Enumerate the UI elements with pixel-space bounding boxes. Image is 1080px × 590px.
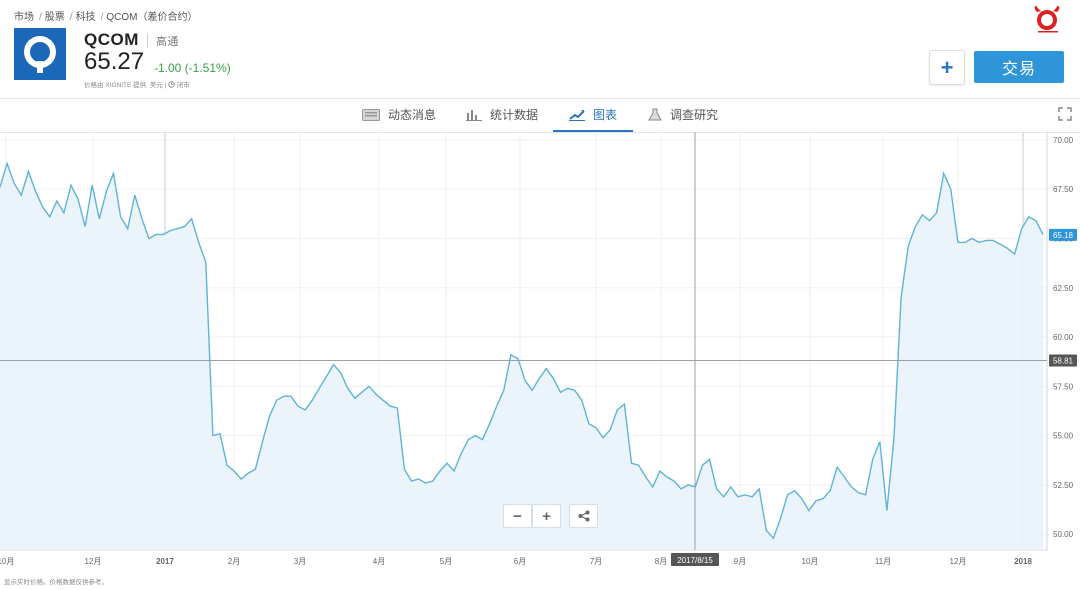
breadcrumb-current: QCOM（差价合约） [106, 12, 198, 23]
x-tick-label: 12月 [950, 557, 967, 566]
add-to-watchlist-button[interactable]: + [929, 50, 965, 85]
news-icon [362, 108, 380, 121]
breadcrumb-stocks[interactable]: 股票 [45, 12, 65, 23]
chart-icon [569, 109, 585, 121]
y-tick-label: 50.00 [1053, 530, 1074, 539]
price-change: -1.00 (-1.51%) [154, 61, 231, 75]
tabs-bar: 动态消息 统计数据 图表 调查研究 [0, 98, 1080, 133]
brand-logo [1034, 6, 1060, 33]
x-tick-label: 11月 [875, 557, 891, 566]
x-tick-label: 9月 [734, 557, 746, 566]
ticker-divider [146, 33, 148, 48]
price-source-text: 价格由 XIGNITE 提供. 美元 | [84, 82, 169, 89]
qualcomm-logo [14, 28, 66, 80]
current-price: 65.27 [84, 48, 145, 75]
stats-icon [466, 109, 482, 121]
y-tick-label: 55.00 [1053, 432, 1074, 441]
tab-chart-label: 图表 [593, 108, 618, 122]
chart-controls: − + [503, 504, 598, 528]
breadcrumb-separator: / [39, 12, 42, 23]
tab-chart[interactable]: 图表 [553, 99, 634, 132]
expand-icon[interactable] [1058, 107, 1072, 121]
x-tick-label: 6月 [514, 557, 526, 566]
price-area [0, 163, 1043, 550]
x-tick-label: 3月 [294, 557, 306, 566]
zoom-in-button[interactable]: + [532, 504, 561, 528]
market-status: 闭市 [176, 82, 190, 89]
y-tick-label: 57.50 [1053, 382, 1074, 391]
breadcrumb-markets[interactable]: 市场 [14, 12, 34, 23]
x-tick-label: 2018 [1014, 557, 1032, 566]
research-icon [648, 108, 662, 122]
trade-button[interactable]: 交易 [974, 51, 1064, 83]
y-tick-label: 62.50 [1053, 284, 1074, 293]
ticker-row: QCOM 高通 [84, 30, 179, 50]
x-tick-label: 10月 [802, 557, 819, 566]
breadcrumb-tech[interactable]: 科技 [76, 12, 96, 23]
y-tick-label: 67.50 [1053, 185, 1074, 194]
tab-news-label: 动态消息 [388, 108, 437, 122]
share-icon [578, 510, 589, 522]
x-tick-label: 2月 [228, 557, 240, 566]
breadcrumb-separator: / [100, 12, 104, 23]
breadcrumb: 市场 / 股票 / 科技 / QCOM（差价合约） [14, 8, 199, 23]
share-button[interactable] [569, 504, 598, 528]
zoom-out-button[interactable]: − [503, 504, 532, 528]
tab-research[interactable]: 调查研究 [648, 99, 718, 130]
x-tick-label: 8月 [655, 557, 667, 566]
crosshair-date-label: 2017/8/15 [677, 556, 713, 565]
x-tick-label: 10月 [0, 557, 14, 566]
x-tick-label: 7月 [590, 557, 602, 566]
x-tick-label: 5月 [440, 557, 452, 566]
clock-icon [168, 81, 175, 88]
ticker-symbol: QCOM [84, 30, 139, 49]
y-tick-label: 60.00 [1053, 333, 1074, 342]
company-name: 高通 [155, 36, 179, 48]
footer-disclaimer: 显示实时价格。价格数据仅供参考。 [4, 579, 108, 586]
tab-news[interactable]: 动态消息 [362, 99, 436, 130]
x-tick-label: 12月 [85, 557, 102, 566]
tab-stats-label: 统计数据 [490, 108, 539, 122]
tab-stats[interactable]: 统计数据 [466, 99, 538, 130]
y-tick-label: 52.50 [1053, 481, 1074, 490]
x-tick-label: 2017 [156, 557, 174, 566]
current-price-label: 65.18 [1053, 231, 1074, 240]
x-tick-label: 4月 [373, 557, 385, 566]
breadcrumb-separator: / [69, 12, 73, 23]
price-source: 价格由 XIGNITE 提供. 美元 | 闭市 [84, 79, 190, 89]
y-tick-label: 70.00 [1053, 136, 1074, 145]
crosshair-price-label: 58.81 [1053, 357, 1074, 366]
tab-research-label: 调查研究 [670, 108, 719, 122]
